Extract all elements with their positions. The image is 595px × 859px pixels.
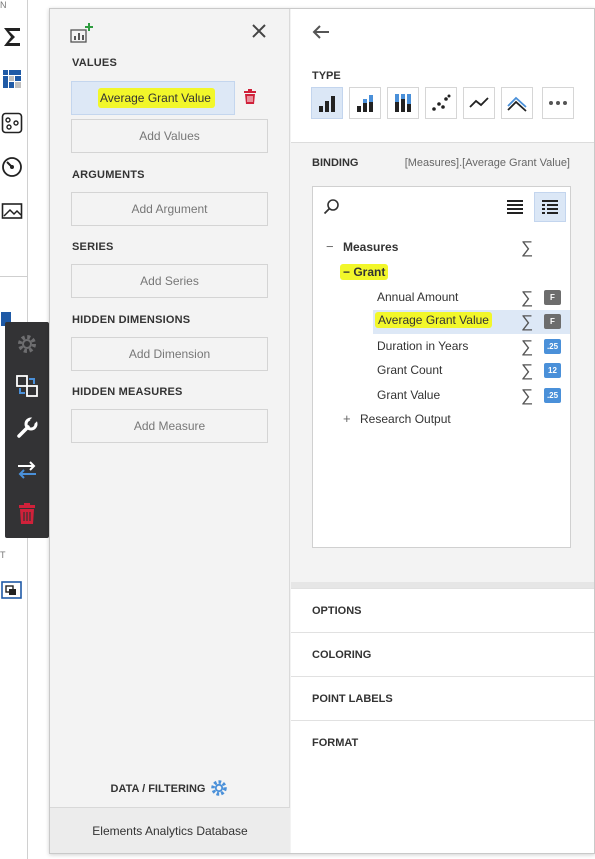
trash-icon[interactable]: [243, 89, 259, 105]
line-chart-icon: [469, 97, 489, 108]
collapse-icon[interactable]: −: [343, 265, 353, 279]
type-heading: TYPE: [312, 70, 341, 82]
point-type-button[interactable]: [425, 87, 457, 119]
datasource-name[interactable]: Elements Analytics Database: [50, 807, 290, 853]
stacked-line-type-button[interactable]: [501, 87, 533, 119]
more-types-button[interactable]: [542, 87, 574, 119]
pivot-icon[interactable]: [0, 66, 24, 92]
tree-field-grant-value[interactable]: Grant Value ∑ .25: [313, 384, 570, 408]
swap-icon[interactable]: [11, 454, 43, 486]
full-stacked-bar-icon: [395, 94, 411, 112]
field-label: Average Grant Value: [375, 312, 492, 328]
value-item-label: Average Grant Value: [98, 88, 215, 108]
tree-field-duration-in-years[interactable]: Duration in Years ∑ .25: [313, 335, 570, 359]
toolbox-divider: [0, 276, 28, 277]
more-icon: [549, 101, 567, 105]
toolbox-label-fragment: N: [0, 0, 7, 10]
layout-icon[interactable]: [0, 576, 24, 602]
sigma-icon: ∑: [521, 337, 534, 356]
add-values-button[interactable]: Add Values: [71, 119, 268, 153]
expand-icon[interactable]: +: [343, 411, 351, 426]
binding-options-column: TYPE BINDING [Measures].[Average Grant V…: [291, 9, 594, 853]
wrench-icon[interactable]: [11, 412, 43, 444]
tree-field-grant-count[interactable]: Grant Count ∑ 12: [313, 359, 570, 383]
tree-field-annual-amount[interactable]: Annual Amount ∑ F: [313, 286, 570, 310]
field-type-badge: 12: [544, 363, 561, 378]
series-heading: SERIES: [72, 241, 114, 253]
data-items-column: VALUES Average Grant Value Add Values AR…: [50, 9, 290, 853]
field-label: Duration in Years: [377, 339, 469, 353]
chart-add-icon: [70, 22, 94, 44]
add-series-button[interactable]: Add Series: [71, 264, 268, 298]
hidden-dimensions-heading: HIDDEN DIMENSIONS: [72, 314, 191, 326]
data-filtering-button[interactable]: DATA / FILTERING: [50, 775, 290, 803]
sigma-icon: ∑: [521, 361, 534, 380]
line-type-button[interactable]: [463, 87, 495, 119]
tree-node-label: Research Output: [360, 412, 451, 426]
field-type-badge: .25: [544, 388, 561, 403]
gear-icon: [209, 778, 229, 801]
point-labels-section[interactable]: POINT LABELS: [291, 676, 594, 720]
stacked-bar-type-button[interactable]: [349, 87, 381, 119]
field-label: Grant Value: [377, 388, 441, 402]
binding-path: [Measures].[Average Grant Value]: [404, 157, 570, 169]
tree-node-label: Grant: [353, 265, 386, 279]
convert-icon[interactable]: [11, 370, 43, 402]
sigma-icon: ∑: [521, 312, 534, 331]
bar-chart-icon: [319, 96, 335, 112]
bar-chart-type-button[interactable]: [311, 87, 343, 119]
tree-view-icon: [542, 200, 558, 214]
tree-field-average-grant-value[interactable]: Average Grant Value ∑ F: [373, 310, 570, 334]
hidden-measures-heading: HIDDEN MEASURES: [72, 386, 183, 398]
value-item-average-grant-value[interactable]: Average Grant Value: [71, 81, 235, 115]
tree-node-measures[interactable]: − Measures ∑: [313, 236, 570, 260]
field-tree: − Measures ∑ − Grant Annual Amount ∑ F A…: [312, 186, 571, 548]
stacked-line-icon: [507, 96, 527, 112]
arguments-heading: ARGUMENTS: [72, 169, 145, 181]
full-stacked-bar-type-button[interactable]: [387, 87, 419, 119]
tree-node-research-output[interactable]: + Research Output: [313, 408, 570, 432]
search-icon[interactable]: [323, 198, 341, 216]
coloring-section[interactable]: COLORING: [291, 632, 594, 676]
image-icon[interactable]: [0, 198, 24, 224]
tree-node-label: Measures: [343, 240, 399, 254]
data-filtering-label: DATA / FILTERING: [110, 783, 206, 795]
add-measure-button[interactable]: Add Measure: [71, 409, 268, 443]
add-dimension-button[interactable]: Add Dimension: [71, 337, 268, 371]
close-icon[interactable]: [248, 20, 270, 42]
values-heading: VALUES: [72, 57, 118, 69]
field-type-badge: .25: [544, 339, 561, 354]
field-type-badge: F: [544, 290, 561, 305]
delete-icon[interactable]: [11, 498, 43, 530]
stacked-bar-icon: [357, 95, 373, 112]
format-section[interactable]: FORMAT: [291, 720, 594, 764]
point-chart-icon: [432, 94, 451, 111]
binding-heading: BINDING: [312, 157, 359, 169]
sigma-icon: ∑: [521, 288, 534, 307]
back-arrow-icon[interactable]: [311, 22, 331, 42]
tree-view-button[interactable]: [534, 192, 566, 222]
item-toolbar: [5, 322, 57, 538]
sigma-icon: ∑: [521, 386, 534, 405]
gauge-icon[interactable]: [0, 154, 24, 180]
sigma-icon: ∑: [521, 238, 534, 257]
list-view-icon: [507, 200, 523, 214]
gear-icon[interactable]: [11, 328, 43, 360]
scatter-map-icon[interactable]: [0, 110, 24, 136]
add-argument-button[interactable]: Add Argument: [71, 192, 268, 226]
field-label: Annual Amount: [377, 290, 459, 304]
toolbox-label-fragment: T: [0, 550, 6, 560]
field-type-badge: F: [544, 314, 561, 329]
collapse-icon[interactable]: −: [326, 239, 334, 254]
tree-node-grant[interactable]: − Grant: [313, 261, 570, 285]
binding-panel: VALUES Average Grant Value Add Values AR…: [49, 8, 595, 854]
field-label: Grant Count: [377, 363, 443, 377]
sum-icon[interactable]: [0, 24, 24, 50]
options-section[interactable]: OPTIONS: [291, 588, 594, 632]
list-view-button[interactable]: [499, 192, 531, 222]
grant-group-highlight: − Grant: [340, 264, 389, 280]
